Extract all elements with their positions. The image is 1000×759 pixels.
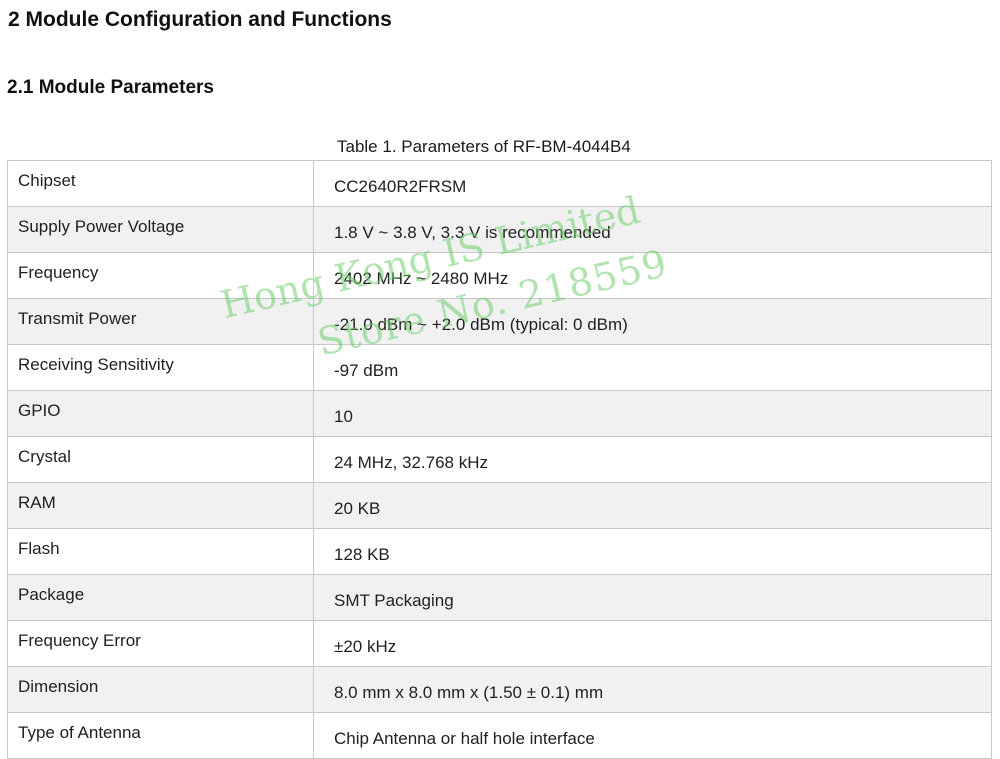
- param-name: RAM: [7, 482, 314, 529]
- param-value: 24 MHz, 32.768 kHz: [313, 436, 992, 483]
- param-value: ±20 kHz: [313, 620, 992, 667]
- param-value: 10: [313, 390, 992, 437]
- param-name: Supply Power Voltage: [7, 206, 314, 253]
- param-name: Chipset: [7, 160, 314, 207]
- parameters-table: Chipset CC2640R2FRSM Supply Power Voltag…: [7, 160, 992, 759]
- param-name: Frequency: [7, 252, 314, 299]
- param-name: Frequency Error: [7, 620, 314, 667]
- table-row: Crystal 24 MHz, 32.768 kHz: [7, 436, 992, 483]
- param-value: Chip Antenna or half hole interface: [313, 712, 992, 759]
- param-value: CC2640R2FRSM: [313, 160, 992, 207]
- table-row: Frequency 2402 MHz ~ 2480 MHz: [7, 252, 992, 299]
- param-value: 8.0 mm x 8.0 mm x (1.50 ± 0.1) mm: [313, 666, 992, 713]
- table-caption: Table 1. Parameters of RF-BM-4044B4: [337, 137, 631, 156]
- table-row: Package SMT Packaging: [7, 574, 992, 621]
- param-value: 128 KB: [313, 528, 992, 575]
- param-name: Receiving Sensitivity: [7, 344, 314, 391]
- table-row: Frequency Error ±20 kHz: [7, 620, 992, 667]
- table-row: RAM 20 KB: [7, 482, 992, 529]
- table-row: Chipset CC2640R2FRSM: [7, 160, 992, 207]
- param-name: Flash: [7, 528, 314, 575]
- subsection-heading: 2.1 Module Parameters: [7, 77, 214, 98]
- table-row: GPIO 10: [7, 390, 992, 437]
- section-heading: 2 Module Configuration and Functions: [8, 8, 392, 31]
- param-value: 20 KB: [313, 482, 992, 529]
- param-value: -21.0 dBm ~ +2.0 dBm (typical: 0 dBm): [313, 298, 992, 345]
- param-value: 2402 MHz ~ 2480 MHz: [313, 252, 992, 299]
- table-row: Type of Antenna Chip Antenna or half hol…: [7, 712, 992, 759]
- table-row: Receiving Sensitivity -97 dBm: [7, 344, 992, 391]
- table-row: Flash 128 KB: [7, 528, 992, 575]
- param-value: 1.8 V ~ 3.8 V, 3.3 V is recommended: [313, 206, 992, 253]
- param-value: -97 dBm: [313, 344, 992, 391]
- param-name: GPIO: [7, 390, 314, 437]
- param-name: Type of Antenna: [7, 712, 314, 759]
- param-name: Transmit Power: [7, 298, 314, 345]
- param-value: SMT Packaging: [313, 574, 992, 621]
- table-row: Dimension 8.0 mm x 8.0 mm x (1.50 ± 0.1)…: [7, 666, 992, 713]
- table-row: Transmit Power -21.0 dBm ~ +2.0 dBm (typ…: [7, 298, 992, 345]
- param-name: Dimension: [7, 666, 314, 713]
- param-name: Package: [7, 574, 314, 621]
- param-name: Crystal: [7, 436, 314, 483]
- table-row: Supply Power Voltage 1.8 V ~ 3.8 V, 3.3 …: [7, 206, 992, 253]
